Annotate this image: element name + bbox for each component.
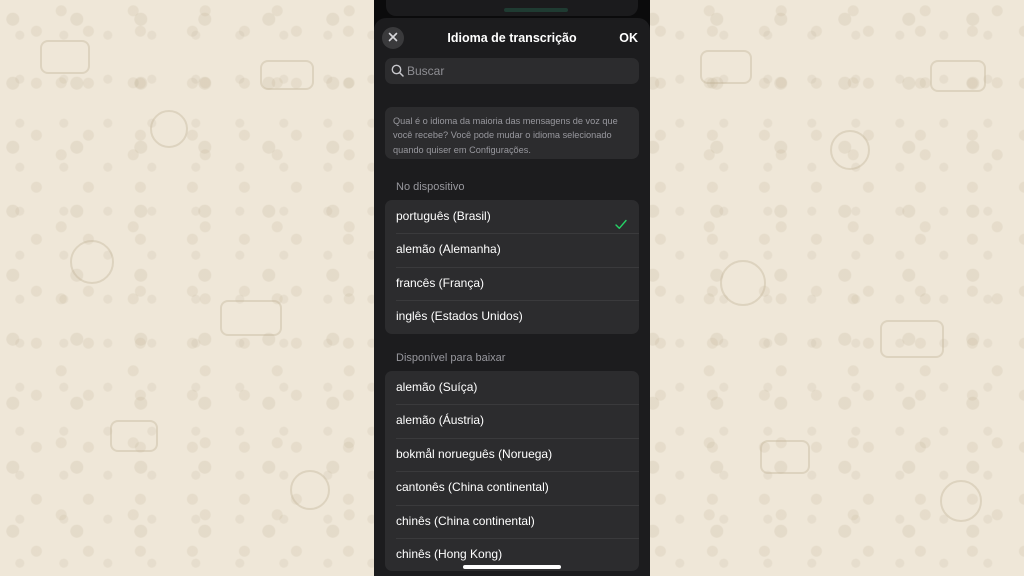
background-chat-strip xyxy=(386,0,638,16)
language-option-alemao-suica[interactable]: alemão (Suíça) xyxy=(385,371,639,404)
info-text: Qual é o idioma da maioria das mensagens… xyxy=(385,107,639,159)
section-label-downloadable: Disponível para baixar xyxy=(396,352,506,364)
wallpaper-doodle xyxy=(830,130,870,170)
language-label: francês (França) xyxy=(396,275,485,290)
search-icon xyxy=(391,64,404,82)
language-option-bokmal-noruegues[interactable]: bokmål norueguês (Noruega) xyxy=(385,437,639,471)
transcription-language-sheet: Idioma de transcrição OK Qual é o idioma… xyxy=(374,18,650,576)
wallpaper-doodle xyxy=(220,300,282,336)
sheet-header: Idioma de transcrição OK xyxy=(374,26,650,56)
wallpaper-doodle xyxy=(260,60,314,90)
wallpaper-doodle xyxy=(40,40,90,74)
on-device-language-list: português (Brasil) alemão (Alemanha) fra… xyxy=(385,200,639,334)
wallpaper-doodle xyxy=(290,470,330,510)
language-option-ingles-eua[interactable]: inglês (Estados Unidos) xyxy=(385,300,639,333)
downloadable-language-list: alemão (Suíça) alemão (Áustria) bokmål n… xyxy=(385,371,639,572)
language-option-cantones-china[interactable]: cantonês (China continental) xyxy=(385,471,639,504)
home-indicator[interactable] xyxy=(463,565,561,569)
language-label: alemão (Suíça) xyxy=(396,380,478,394)
wallpaper-doodle xyxy=(700,50,752,84)
language-option-chines-china[interactable]: chinês (China continental) xyxy=(385,504,639,538)
language-label: cantonês (China continental) xyxy=(396,480,549,495)
language-label: português (Brasil) xyxy=(396,209,491,223)
wallpaper-doodle xyxy=(930,60,986,92)
language-option-portugues-brasil[interactable]: português (Brasil) xyxy=(385,200,639,233)
section-label-on-device: No dispositivo xyxy=(396,181,465,193)
language-option-frances-franca[interactable]: francês (França) xyxy=(385,266,639,300)
wallpaper-doodle xyxy=(720,260,766,306)
phone-screen: Idioma de transcrição OK Qual é o idioma… xyxy=(374,0,650,576)
wallpaper-doodle xyxy=(150,110,188,148)
page-title: Idioma de transcrição xyxy=(447,31,577,45)
language-option-alemao-austria[interactable]: alemão (Áustria) xyxy=(385,404,639,437)
language-label: alemão (Alemanha) xyxy=(396,242,501,257)
ok-button[interactable]: OK xyxy=(619,31,638,45)
wallpaper-doodle xyxy=(880,320,944,358)
wallpaper-doodle xyxy=(70,240,114,284)
search-input[interactable] xyxy=(407,58,627,84)
language-option-alemao-alemanha[interactable]: alemão (Alemanha) xyxy=(385,233,639,266)
language-label: inglês (Estados Unidos) xyxy=(396,309,523,324)
search-bar[interactable] xyxy=(385,58,639,84)
language-label: chinês (Hong Kong) xyxy=(396,546,503,561)
language-label: chinês (China continental) xyxy=(396,513,535,528)
language-label: bokmål norueguês (Noruega) xyxy=(396,446,553,461)
wallpaper-doodle xyxy=(940,480,982,522)
wallpaper-doodle xyxy=(760,440,810,474)
wallpaper-doodle xyxy=(110,420,158,452)
language-label: alemão (Áustria) xyxy=(396,413,485,428)
